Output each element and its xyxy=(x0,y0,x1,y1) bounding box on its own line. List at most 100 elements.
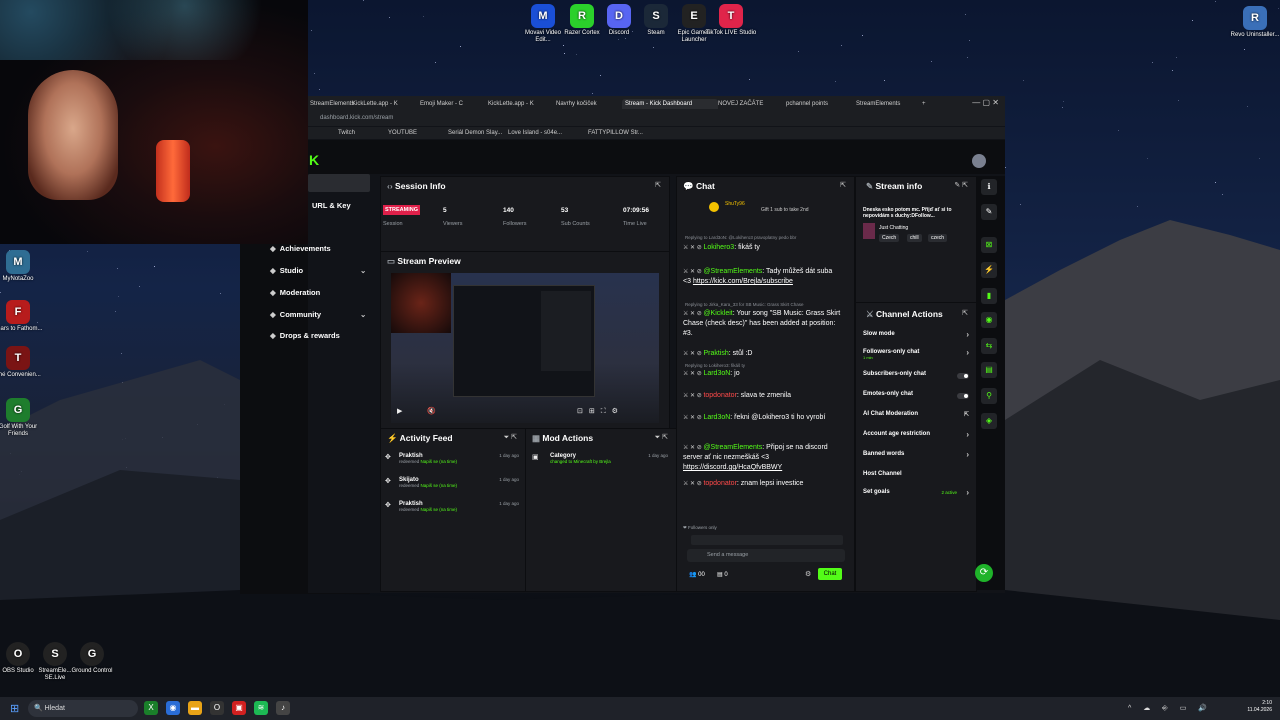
toolbar-button-icon[interactable]: ⚲ xyxy=(981,388,997,404)
stream-tag[interactable]: chill xyxy=(907,234,922,242)
bookmark-item[interactable]: YOUTUBE xyxy=(388,130,417,136)
ground-control-icon[interactable]: G Ground Control xyxy=(66,642,118,675)
toolbar-button-icon[interactable]: ℹ xyxy=(981,179,997,195)
mod-badges[interactable]: ⚔ ✕ ⊘ xyxy=(683,481,703,487)
toolbar-button-icon[interactable]: ▮ xyxy=(981,288,997,304)
clock[interactable]: 2:10 11.04.2026 xyxy=(1238,700,1272,714)
chevron-right-icon[interactable]: › xyxy=(966,430,969,439)
volume-icon[interactable]: 🔇 xyxy=(427,407,436,415)
edit-icon[interactable]: ✎ ⇱ xyxy=(954,181,968,189)
sidebar-item-stream[interactable] xyxy=(308,174,370,192)
chat-username[interactable]: @Kickleit xyxy=(703,310,732,317)
tiktok-studio-icon[interactable]: ♪ xyxy=(276,701,290,715)
f2f-icon[interactable]: F Fears to Fathom... xyxy=(0,300,44,333)
revo-uninstaller-icon[interactable]: R Revo Uninstaller... xyxy=(1229,6,1280,39)
folder-icon[interactable]: ▬ xyxy=(188,701,202,715)
chevron-right-icon[interactable]: › xyxy=(966,488,969,497)
taskbar-search[interactable]: 🔍 Hledat xyxy=(28,700,138,717)
mod-badges[interactable]: ⚔ ✕ ⊘ xyxy=(683,351,703,357)
spotify-icon[interactable]: ≋ xyxy=(254,701,268,715)
channel-action-ai-chat-moderation[interactable]: AI Chat Moderation ⇱ xyxy=(863,411,969,423)
mod-badges[interactable]: ⚔ ✕ ⊘ xyxy=(683,245,703,251)
filter-icon[interactable]: ⏷ ⇱ xyxy=(655,433,668,442)
window-controls[interactable]: — ▢ ✕ xyxy=(972,98,999,107)
bookmark-item[interactable]: Twitch xyxy=(338,130,355,136)
chat-username[interactable]: @StreamElements xyxy=(703,268,762,275)
chat-send-button[interactable]: Chat xyxy=(818,568,842,580)
channel-action-emotes-only-chat[interactable]: Emotes-only chat xyxy=(863,391,969,403)
sidebar-item-studio[interactable]: ◆ Studio ⌄ xyxy=(270,264,370,278)
chat-username[interactable]: @StreamElements xyxy=(703,444,762,451)
browser-tab[interactable]: Navrhy kočiček xyxy=(556,99,616,109)
opera-icon[interactable]: O xyxy=(210,701,224,715)
chat-username[interactable]: topdonator xyxy=(703,480,736,487)
refresh-button[interactable]: ⟳ xyxy=(975,564,993,582)
chat-link[interactable]: https://discord.gg/HcaQfvBBWY xyxy=(683,464,782,471)
chevron-down-icon[interactable]: ⌄ xyxy=(360,308,366,322)
browser-tab[interactable]: NOVEJ ZAČÁTE xyxy=(718,99,778,109)
chat-username[interactable]: topdonator xyxy=(703,392,736,399)
chat-link[interactable]: https://kick.com/Brejla/subscribe xyxy=(693,278,793,285)
mod-badges[interactable]: ⚔ ✕ ⊘ xyxy=(683,393,703,399)
toolbar-button-icon[interactable]: ◈ xyxy=(981,413,997,429)
chat-username[interactable]: Lard3oN xyxy=(703,370,730,377)
xbox-icon[interactable]: X xyxy=(144,701,158,715)
channel-action-set-goals[interactable]: Set goals 2 active › xyxy=(863,488,969,501)
browser-tab[interactable]: Stream - Kick Dashboard xyxy=(622,99,718,109)
browser-tab[interactable]: KickLette.app - K xyxy=(352,99,412,109)
chevron-down-icon[interactable]: ⌄ xyxy=(360,264,366,278)
mod-badges[interactable]: ⚔ ✕ ⊘ xyxy=(683,269,703,275)
sidebar-item-moderation[interactable]: ◆ Moderation xyxy=(270,286,370,300)
address-bar[interactable]: dashboard.kick.com/stream xyxy=(308,112,1005,126)
popout-icon[interactable]: ⇱ xyxy=(840,181,846,189)
toolbar-button-icon[interactable]: ✎ xyxy=(981,204,997,220)
app-icon[interactable]: ▣ xyxy=(232,701,246,715)
filter-icon[interactable]: ⏷ ⇱ xyxy=(504,433,517,442)
channel-action-followers-only-chat[interactable]: Followers-only chat 1 min › xyxy=(863,348,969,361)
mod-badges[interactable]: ⚔ ✕ ⊘ xyxy=(683,371,703,377)
start-icon[interactable]: ⊞ xyxy=(10,702,19,715)
channel-action-host-channel[interactable]: Host Channel xyxy=(863,471,969,483)
browser-tab[interactable]: Emoji Maker - C xyxy=(420,99,480,109)
kick-logo[interactable]: K xyxy=(309,152,319,168)
toggle-switch[interactable] xyxy=(957,373,969,379)
toolbar-button-icon[interactable]: ◉ xyxy=(981,312,997,328)
channel-action-subscribers-only-chat[interactable]: Subscribers-only chat xyxy=(863,371,969,383)
browser-tab[interactable]: KickLette.app - K xyxy=(488,99,548,109)
channel-action-banned-words[interactable]: Banned words › xyxy=(863,450,969,463)
toolbar-button-icon[interactable]: ▤ xyxy=(981,362,997,378)
chat-username[interactable]: Lokihero3 xyxy=(703,244,734,251)
sidebar-item-drops-rewards[interactable]: ◆ Drops & rewards xyxy=(270,329,370,343)
toggle-switch[interactable] xyxy=(957,393,969,399)
stream-tag[interactable]: Czech xyxy=(879,234,900,242)
chevron-right-icon[interactable]: › xyxy=(966,330,969,339)
game-icon[interactable]: T The Convenien... xyxy=(0,346,44,379)
toolbar-button-icon[interactable]: ⚡ xyxy=(981,262,997,278)
chat-username[interactable]: Lard3oN xyxy=(703,414,730,421)
chevron-right-icon[interactable]: › xyxy=(966,450,969,459)
golf-icon[interactable]: G Golf With Your Friends xyxy=(0,398,44,438)
new-tab-icon[interactable]: + xyxy=(922,99,926,109)
preview-controls[interactable]: ⊡⊞⛶⚙ xyxy=(577,407,624,416)
chat-username[interactable]: Praktish xyxy=(703,350,728,357)
toolbar-button-icon[interactable]: ⇆ xyxy=(981,338,997,354)
play-icon[interactable]: ▶ xyxy=(397,407,402,415)
channel-action-account-age-restriction[interactable]: Account age restriction › xyxy=(863,430,969,443)
chevron-right-icon[interactable]: › xyxy=(966,348,969,357)
toolbar-button-icon[interactable]: ⊠ xyxy=(981,237,997,253)
external-link-icon[interactable]: ⇱ xyxy=(964,411,969,418)
settings-icon[interactable]: ⚙ xyxy=(805,570,811,578)
channel-action-slow-mode[interactable]: Slow mode › xyxy=(863,330,969,343)
sidebar-item-url-key[interactable]: URL & Key xyxy=(312,199,351,213)
sidebar-item-achievements[interactable]: ◆ Achievements xyxy=(270,242,370,256)
tiktok-icon[interactable]: T TikTok LIVE Studio xyxy=(705,4,757,37)
avatar[interactable] xyxy=(972,154,986,168)
bookmark-item[interactable]: FATTYPILLOW Str... xyxy=(588,130,643,136)
popout-icon[interactable]: ⇱ xyxy=(962,309,968,317)
mod-badges[interactable]: ⚔ ✕ ⊘ xyxy=(683,415,703,421)
browser-tab[interactable]: StreamElements xyxy=(856,99,916,109)
bookmark-item[interactable]: Seriál Demon Slay... xyxy=(448,130,502,136)
browser-tab[interactable]: pchannel points xyxy=(786,99,846,109)
popout-icon[interactable]: ⇱ xyxy=(655,181,661,189)
bookmark-item[interactable]: Love Island - s04e... xyxy=(508,130,562,136)
